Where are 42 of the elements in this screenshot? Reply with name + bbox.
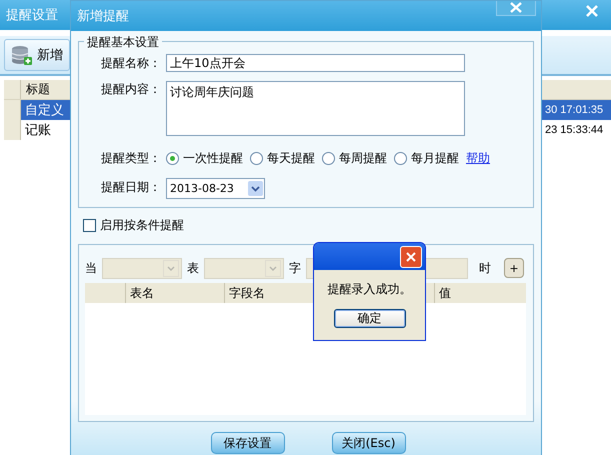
date-dropdown[interactable]: 2013-08-23 bbox=[166, 178, 265, 199]
dialog-title: 新增提醒 bbox=[77, 8, 129, 25]
field-label: 时 bbox=[479, 260, 491, 276]
column-header: 标题 bbox=[25, 81, 50, 98]
table-cell-text: 23 15:33:44 bbox=[544, 124, 604, 136]
window-title: 提醒设置 bbox=[6, 7, 58, 24]
field-label: 字 bbox=[289, 260, 301, 276]
radio-option[interactable]: 每周提醒 bbox=[322, 150, 387, 167]
add-condition-button[interactable]: + bbox=[504, 258, 524, 278]
database-add-icon bbox=[11, 44, 33, 66]
save-button[interactable]: 保存设置 bbox=[210, 432, 284, 454]
close-icon[interactable] bbox=[585, 5, 599, 17]
row-header-cell bbox=[4, 120, 21, 140]
field-label: 提醒名称： bbox=[101, 54, 162, 72]
help-link[interactable]: 帮助 bbox=[466, 150, 490, 167]
close-icon bbox=[406, 252, 416, 262]
add-button[interactable]: 新增 bbox=[4, 39, 70, 71]
field-label: 提醒类型： bbox=[101, 150, 159, 167]
dropdown[interactable] bbox=[204, 258, 284, 278]
radio-option[interactable]: 每月提醒 bbox=[394, 150, 459, 167]
ok-button[interactable]: 确定 bbox=[334, 309, 406, 328]
radio-option[interactable]: 一次性提醒 bbox=[166, 150, 243, 167]
field-label: 提醒日期： bbox=[101, 179, 162, 196]
field-label: 当 bbox=[85, 260, 97, 276]
close-button[interactable] bbox=[496, 0, 536, 16]
name-field[interactable]: 上午10点开会 bbox=[166, 54, 465, 72]
table-cell-text: 30 17:01:35 bbox=[544, 104, 604, 116]
dropdown[interactable] bbox=[102, 258, 182, 278]
chevron-down-icon bbox=[251, 186, 260, 192]
table-cell-text: 自定义 bbox=[24, 102, 65, 119]
radio-option[interactable]: 每天提醒 bbox=[250, 150, 315, 167]
chevron-down-icon bbox=[269, 266, 277, 270]
field-label: 提醒内容： bbox=[101, 81, 162, 98]
column-header: 值 bbox=[438, 284, 452, 302]
close-icon bbox=[510, 2, 522, 13]
close-button[interactable]: 关闭(Esc) bbox=[332, 432, 406, 454]
field-label: 表 bbox=[187, 260, 199, 276]
table-cell-text: 记账 bbox=[24, 122, 52, 139]
condition-checkbox[interactable]: 启用按条件提醒 bbox=[83, 217, 534, 234]
content-field[interactable]: 讨论周年庆问题 bbox=[166, 81, 465, 136]
group-title: 提醒基本设置 bbox=[84, 34, 162, 51]
chevron-down-icon bbox=[167, 266, 175, 270]
